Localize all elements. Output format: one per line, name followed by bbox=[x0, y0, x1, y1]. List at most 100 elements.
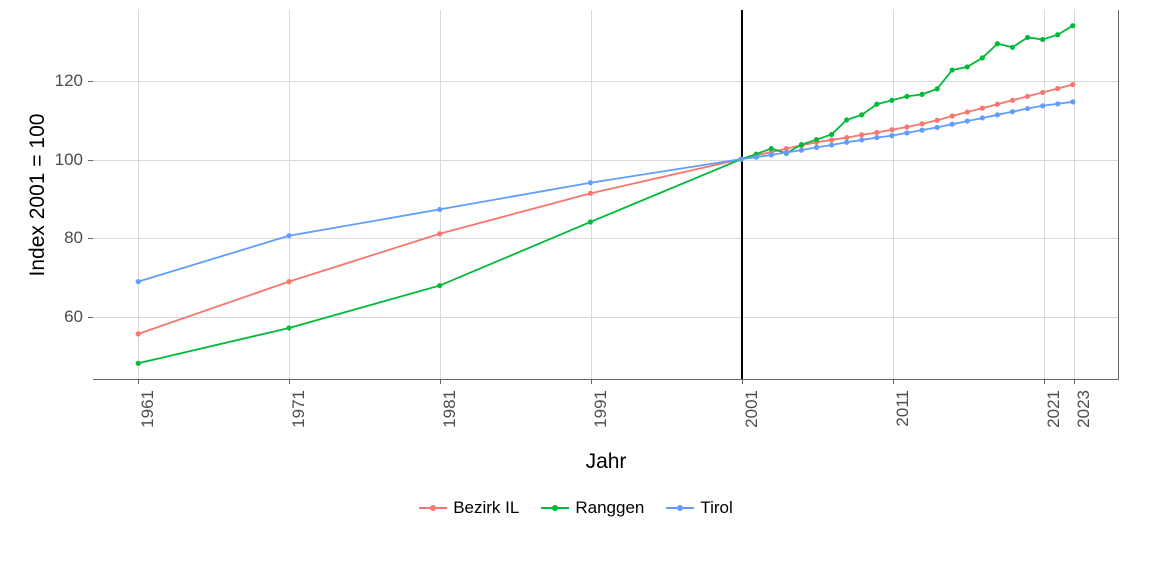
legend-label: Tirol bbox=[700, 498, 732, 518]
data-point bbox=[965, 109, 970, 114]
data-point bbox=[935, 86, 940, 91]
y-tick-label: 80 bbox=[33, 228, 83, 248]
x-axis-title: Jahr bbox=[93, 450, 1119, 474]
x-tick-label: 2023 bbox=[1074, 390, 1094, 435]
data-point bbox=[829, 142, 834, 147]
data-point bbox=[919, 128, 924, 133]
data-point bbox=[1010, 109, 1015, 114]
data-point bbox=[829, 137, 834, 142]
data-point bbox=[588, 180, 593, 185]
y-tick-label: 100 bbox=[33, 150, 83, 170]
data-point bbox=[844, 140, 849, 145]
data-point bbox=[437, 283, 442, 288]
data-point bbox=[1070, 82, 1075, 87]
data-point bbox=[754, 155, 759, 160]
data-point bbox=[769, 146, 774, 151]
data-point bbox=[1010, 45, 1015, 50]
data-point bbox=[980, 115, 985, 120]
data-point bbox=[935, 118, 940, 123]
data-point bbox=[1025, 35, 1030, 40]
data-point bbox=[904, 124, 909, 129]
data-point bbox=[1025, 94, 1030, 99]
legend-swatch bbox=[419, 501, 447, 515]
data-point bbox=[995, 41, 1000, 46]
x-tick-label: 2001 bbox=[742, 390, 762, 435]
data-point bbox=[980, 106, 985, 111]
data-point bbox=[784, 150, 789, 155]
data-point bbox=[965, 118, 970, 123]
data-point bbox=[889, 127, 894, 132]
data-point bbox=[829, 132, 834, 137]
y-tick-label: 120 bbox=[33, 71, 83, 91]
data-point bbox=[1055, 32, 1060, 37]
data-point bbox=[995, 102, 1000, 107]
legend-item-bezirk-il: Bezirk IL bbox=[419, 498, 519, 518]
data-point bbox=[1025, 106, 1030, 111]
legend-swatch bbox=[666, 501, 694, 515]
data-point bbox=[286, 325, 291, 330]
data-point bbox=[844, 135, 849, 140]
data-point bbox=[1070, 99, 1075, 104]
data-point bbox=[588, 219, 593, 224]
series-line-ranggen bbox=[138, 26, 1073, 364]
data-point bbox=[919, 92, 924, 97]
data-point bbox=[859, 132, 864, 137]
legend-item-ranggen: Ranggen bbox=[541, 498, 644, 518]
data-point bbox=[1040, 103, 1045, 108]
data-point bbox=[889, 98, 894, 103]
legend: Bezirk IL Ranggen Tirol bbox=[0, 498, 1152, 518]
legend-swatch bbox=[541, 501, 569, 515]
data-point bbox=[874, 102, 879, 107]
chart-stage: Index 2001 = 100 Jahr Bezirk ILRanggenTi… bbox=[0, 0, 1152, 576]
data-point bbox=[874, 135, 879, 140]
data-point bbox=[739, 157, 744, 162]
data-point bbox=[935, 125, 940, 130]
series-layer bbox=[93, 10, 1118, 379]
data-point bbox=[889, 133, 894, 138]
data-point bbox=[1010, 98, 1015, 103]
data-point bbox=[814, 137, 819, 142]
data-point bbox=[769, 152, 774, 157]
data-point bbox=[437, 207, 442, 212]
data-point bbox=[1055, 101, 1060, 106]
legend-label: Bezirk IL bbox=[453, 498, 519, 518]
data-point bbox=[588, 191, 593, 196]
x-tick-label: 1971 bbox=[289, 390, 309, 435]
data-point bbox=[950, 122, 955, 127]
data-point bbox=[859, 137, 864, 142]
data-point bbox=[995, 112, 1000, 117]
x-tick-label: 1961 bbox=[138, 390, 158, 435]
data-point bbox=[980, 55, 985, 60]
data-point bbox=[950, 113, 955, 118]
data-point bbox=[950, 67, 955, 72]
data-point bbox=[965, 64, 970, 69]
data-point bbox=[136, 361, 141, 366]
data-point bbox=[1070, 23, 1075, 28]
data-point bbox=[904, 130, 909, 135]
data-point bbox=[904, 94, 909, 99]
data-point bbox=[919, 121, 924, 126]
x-tick-label: 1981 bbox=[440, 390, 460, 435]
x-tick-label: 1991 bbox=[591, 390, 611, 435]
x-tick-label: 2011 bbox=[893, 390, 913, 435]
data-point bbox=[859, 112, 864, 117]
legend-label: Ranggen bbox=[575, 498, 644, 518]
data-point bbox=[799, 142, 804, 147]
series-line-tirol bbox=[138, 102, 1073, 282]
data-point bbox=[799, 148, 804, 153]
data-point bbox=[136, 279, 141, 284]
plot-panel bbox=[93, 10, 1119, 380]
data-point bbox=[1055, 86, 1060, 91]
data-point bbox=[286, 233, 291, 238]
y-tick-label: 60 bbox=[33, 307, 83, 327]
data-point bbox=[286, 279, 291, 284]
data-point bbox=[1040, 90, 1045, 95]
data-point bbox=[814, 145, 819, 150]
x-tick-label: 2021 bbox=[1044, 390, 1064, 435]
data-point bbox=[874, 130, 879, 135]
data-point bbox=[437, 231, 442, 236]
data-point bbox=[136, 331, 141, 336]
legend-item-tirol: Tirol bbox=[666, 498, 732, 518]
series-line-bezirk-il bbox=[138, 85, 1073, 334]
data-point bbox=[844, 117, 849, 122]
